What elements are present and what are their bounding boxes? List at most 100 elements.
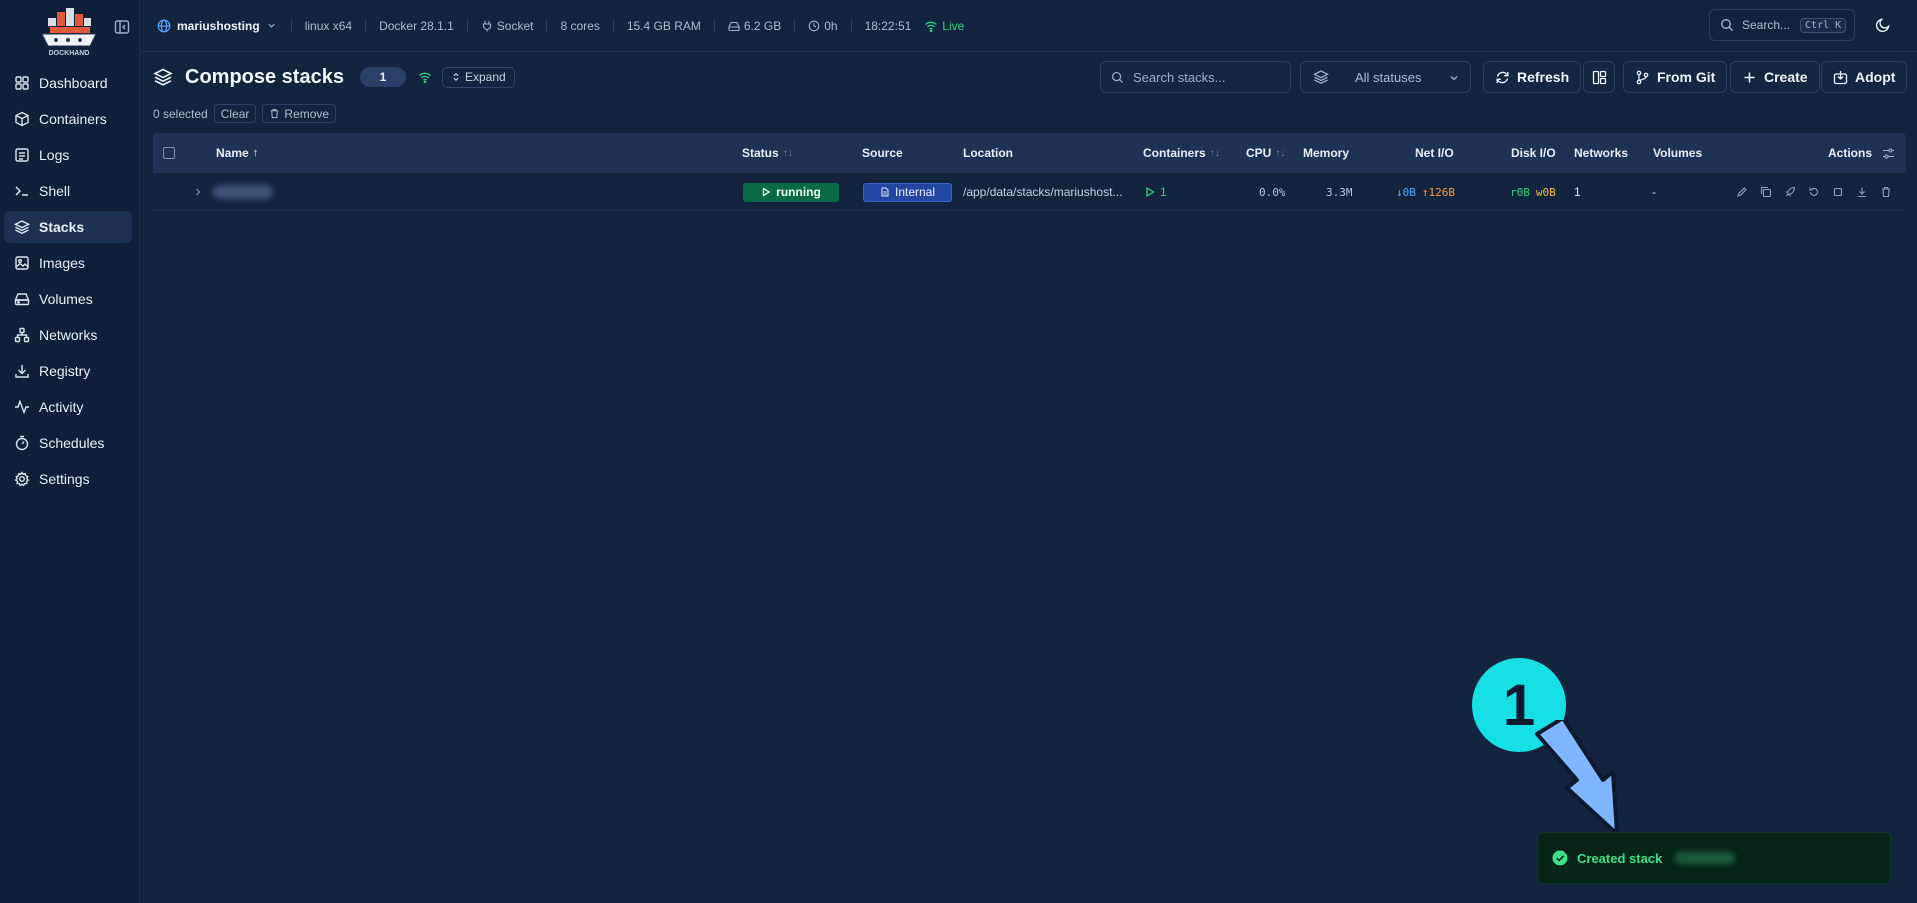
sidebar-item-label: Images	[39, 255, 85, 271]
disk-read-value: r0B	[1510, 185, 1530, 199]
docker-version-label: Docker 28.1.1	[379, 18, 454, 33]
refresh-button[interactable]: Refresh	[1483, 61, 1582, 93]
copy-icon[interactable]	[1760, 186, 1772, 198]
stack-name-redacted[interactable]	[213, 173, 273, 211]
sidebar-item-networks[interactable]: Networks	[4, 319, 132, 351]
sidebar-item-logs[interactable]: Logs	[4, 139, 132, 171]
table-header: Name ↑ Status ↑↓ Source Location Container…	[153, 133, 1906, 173]
edit-pencil-icon[interactable]	[1736, 186, 1748, 198]
chevrons-up-down-icon	[451, 72, 461, 82]
sidebar-item-label: Settings	[39, 471, 90, 487]
disk-io-cell: r0B w0B	[1510, 173, 1556, 211]
os-info: linux x64	[292, 19, 365, 33]
sidebar-item-containers[interactable]: Containers	[4, 103, 132, 135]
docker-version: Docker 28.1.1	[366, 19, 467, 33]
dashboard-icon	[14, 75, 30, 91]
page-header: Compose stacks 1 Expand	[153, 64, 515, 90]
uptime-info: 0h	[795, 19, 850, 33]
from-git-button[interactable]: From Git	[1623, 61, 1728, 93]
column-label: Disk I/O	[1511, 146, 1556, 160]
stack-search[interactable]	[1100, 61, 1291, 93]
sidebar-item-registry[interactable]: Registry	[4, 355, 132, 387]
sidebar-item-images[interactable]: Images	[4, 247, 132, 279]
row-actions	[1736, 173, 1892, 211]
select-all-checkbox[interactable]	[163, 147, 175, 159]
pull-download-icon[interactable]	[1856, 186, 1868, 198]
sidebar-item-activity[interactable]: Activity	[4, 391, 132, 423]
expand-button[interactable]: Expand	[441, 66, 515, 88]
sidebar-item-label: Networks	[39, 327, 98, 343]
gear-icon	[14, 471, 30, 487]
layout-toggle-button[interactable]	[1583, 61, 1615, 93]
sidebar-item-label: Registry	[39, 363, 91, 379]
sidebar-nav: Dashboard Containers Logs Shell Stacks I…	[4, 67, 132, 499]
sidebar-item-schedules[interactable]: Schedules	[4, 427, 132, 459]
sidebar-item-label: Activity	[39, 399, 84, 415]
adopt-label: Adopt	[1855, 69, 1896, 85]
status-badge: running	[743, 182, 839, 202]
server-time: 18:22:51	[852, 19, 925, 33]
status-cell: running	[743, 173, 839, 211]
hard-drive-icon	[14, 291, 30, 307]
sidebar-item-label: Stacks	[39, 219, 85, 235]
trash-icon[interactable]	[1880, 186, 1892, 198]
column-label: Status	[742, 146, 779, 160]
status-filter-value: All statuses	[1355, 69, 1422, 85]
table-row[interactable]: running Internal /app/data/stacks/marius…	[153, 173, 1906, 211]
cpu-cell: 0.0%	[1259, 185, 1286, 199]
column-label: Location	[963, 146, 1013, 160]
theme-toggle-moon-icon[interactable]	[1875, 17, 1891, 33]
connection-type: Socket	[468, 19, 547, 33]
plus-icon	[1742, 70, 1757, 85]
create-button[interactable]: Create	[1730, 61, 1820, 93]
adopt-button[interactable]: Adopt	[1821, 61, 1908, 93]
sidebar-item-dashboard[interactable]: Dashboard	[4, 67, 132, 99]
host-selector[interactable]: mariushosting	[141, 19, 291, 33]
sidebar-item-shell[interactable]: Shell	[4, 175, 132, 207]
sidebar-item-label: Dashboard	[39, 75, 108, 91]
column-header-containers[interactable]: Containers ↑↓	[1143, 133, 1220, 173]
source-label: Internal	[894, 185, 936, 199]
sidebar-item-volumes[interactable]: Volumes	[4, 283, 132, 315]
expand-row-chevron-icon[interactable]	[193, 173, 203, 211]
restart-icon[interactable]	[1808, 186, 1820, 198]
logs-icon	[14, 147, 30, 163]
clear-label: Clear	[220, 106, 250, 121]
stop-square-icon[interactable]	[1832, 186, 1844, 198]
rocket-icon[interactable]	[1784, 186, 1796, 198]
search-shortcut: Ctrl K	[1800, 17, 1847, 33]
sidebar-collapse-icon[interactable]	[114, 19, 130, 35]
column-header-cpu[interactable]: CPU ↑↓	[1246, 133, 1285, 173]
column-label: Memory	[1303, 146, 1350, 160]
column-header-name[interactable]: Name ↑	[216, 133, 258, 173]
global-search[interactable]: Search... Ctrl K	[1709, 9, 1855, 41]
clear-selection-button[interactable]: Clear	[213, 104, 257, 123]
column-label: Name	[216, 146, 249, 160]
column-label: Source	[862, 146, 903, 160]
layout-grid-icon	[1592, 70, 1607, 85]
column-header-memory[interactable]: Memory	[1303, 133, 1349, 173]
success-toast[interactable]: Created stack	[1537, 832, 1891, 884]
timer-icon	[14, 435, 30, 451]
remove-selected-button[interactable]: Remove	[262, 104, 337, 123]
network-icon	[14, 327, 30, 343]
search-icon	[1720, 18, 1734, 32]
dockhand-logo[interactable]: DOCKHAND	[38, 4, 100, 58]
column-settings-icon[interactable]	[1882, 147, 1895, 160]
disk-info: 6.2 GB	[715, 19, 794, 33]
status-label: running	[776, 185, 821, 199]
sidebar-item-stacks[interactable]: Stacks	[4, 211, 132, 243]
stack-name-redacted	[1675, 852, 1736, 864]
net-out-value: ↑126B	[1421, 185, 1455, 199]
stack-search-input[interactable]	[1133, 69, 1283, 85]
status-filter-select[interactable]: All statuses	[1300, 61, 1471, 93]
box-icon	[14, 111, 30, 127]
create-label: Create	[1764, 69, 1808, 85]
sidebar-item-settings[interactable]: Settings	[4, 463, 132, 495]
remove-label: Remove	[284, 106, 330, 121]
host-name: mariushosting	[177, 18, 260, 33]
ram-label: 15.4 GB RAM	[626, 18, 701, 33]
toast-message: Created stack	[1577, 850, 1663, 866]
sort-ascending-icon: ↑	[252, 147, 259, 159]
column-header-status[interactable]: Status ↑↓	[742, 133, 793, 173]
